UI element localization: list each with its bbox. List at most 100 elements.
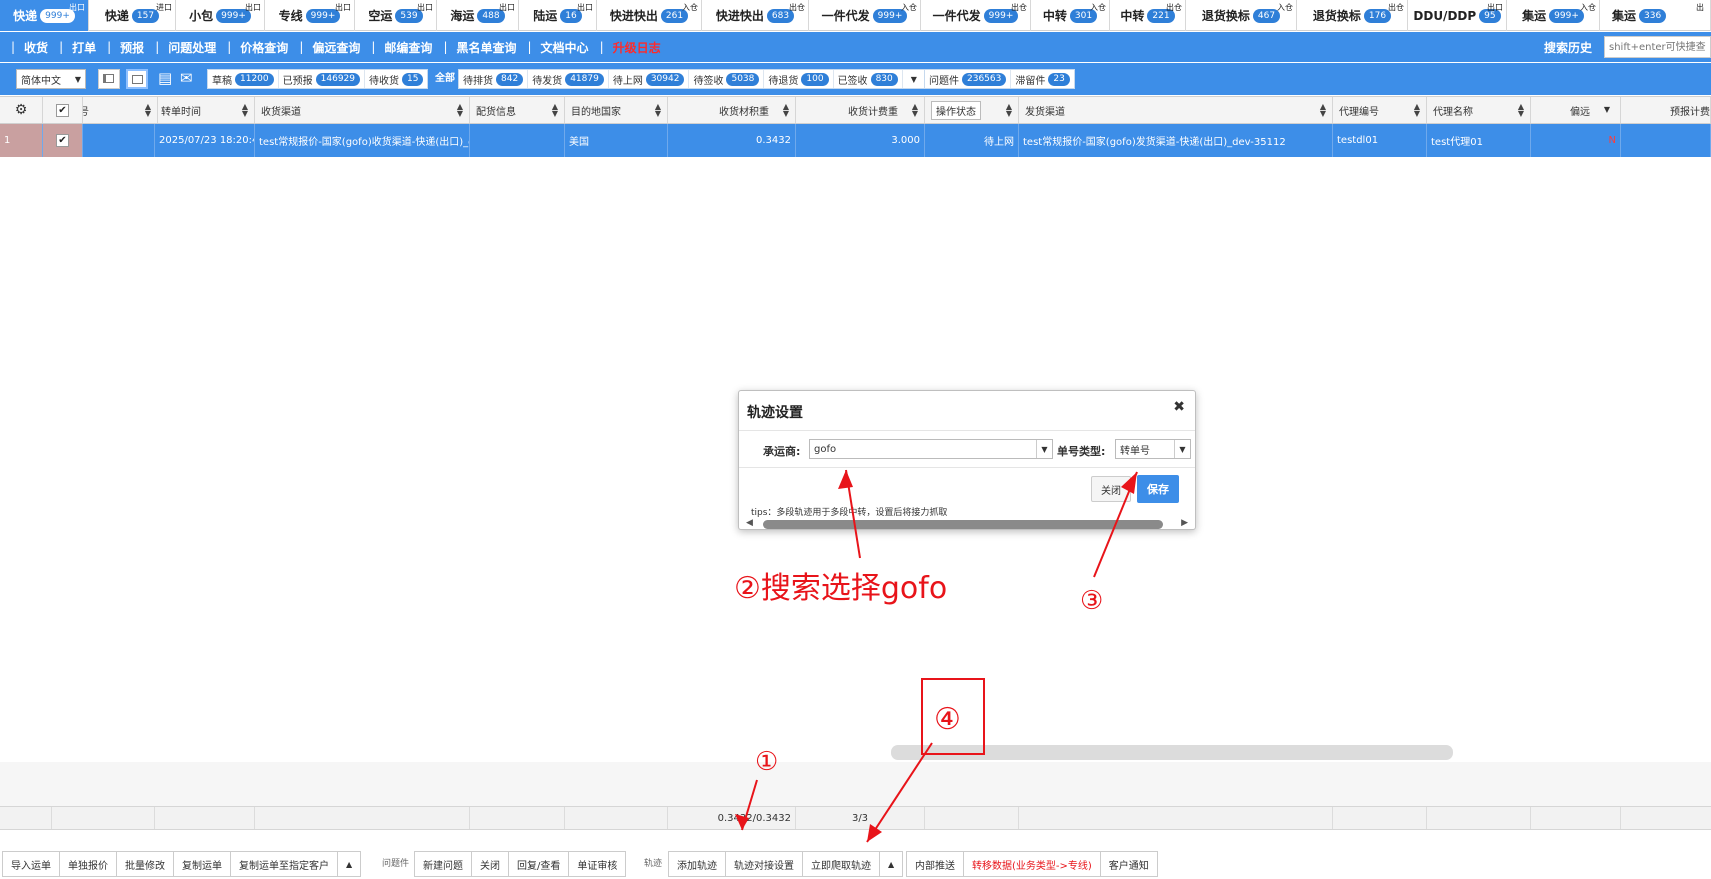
table-row[interactable]: 1 ✔ 2025/07/23 18:20:48 test常规报价-国家(gofo… — [0, 124, 1711, 157]
nav-postcode-query[interactable]: 邮编查询 | — [384, 39, 456, 56]
search-history-link[interactable]: 搜索历史 — [1544, 39, 1592, 56]
col-agent-name[interactable]: 代理名称 ▲ ▼ — [1427, 97, 1531, 123]
nav-price-query[interactable]: 价格查询 | — [240, 39, 312, 56]
more-actions-button[interactable]: ▲ — [338, 852, 360, 876]
row-op-status: 待上网 — [925, 124, 1019, 157]
col-forecast-charge[interactable]: 预报计费 — [1621, 97, 1711, 123]
dialog-save-button[interactable]: 保存 — [1137, 475, 1179, 503]
nav-docs[interactable]: 文档中心 | — [541, 39, 613, 56]
nav-remote-query[interactable]: 偏远查询 | — [312, 39, 384, 56]
col-index[interactable]: 号▲▼ — [83, 97, 158, 123]
status-draft[interactable]: 草稿 11200 — [208, 70, 279, 88]
nav-blacklist-query[interactable]: 黑名单查询 | — [456, 39, 540, 56]
scroll-right-icon[interactable]: ▶ — [1181, 518, 1188, 528]
status-stranded[interactable]: 滞留件 23 — [1011, 70, 1073, 88]
col-remote[interactable]: 偏远 ▼ — [1531, 97, 1621, 123]
col-receive-channel[interactable]: 收货渠道 ▲ ▼ — [255, 97, 470, 123]
nav-forecast[interactable]: 预报 | — [120, 39, 168, 56]
tab-ddu-ddp[interactable]: DDU/DDP 95 出口 — [1408, 0, 1507, 31]
transfer-data-button[interactable]: 转移数据(业务类型->专线) — [964, 852, 1101, 876]
dialog-horizontal-scrollbar[interactable]: ◀ ▶ — [743, 518, 1191, 530]
waybill-actions: 导入运单 单独报价 批量修改 复制运单 复制运单至指定客户 ▲ — [2, 851, 362, 877]
add-track-button[interactable]: 添加轨迹 — [669, 852, 726, 876]
mail-icon[interactable]: ✉ — [180, 69, 193, 87]
list-icon[interactable]: ▤ — [158, 69, 172, 87]
row-allocation — [470, 124, 565, 157]
language-select[interactable]: 简体中文 ▼ — [16, 69, 86, 89]
col-transfer-time[interactable]: 转单时间 ▲ ▼ — [155, 97, 255, 123]
summary-count: 3/3 — [796, 807, 925, 829]
tab-consolidation-out[interactable]: 集运 336 出 — [1600, 0, 1711, 31]
status-pending-sign[interactable]: 待签收 5038 — [689, 70, 765, 88]
more-track-actions-button[interactable]: ▲ — [880, 852, 902, 876]
col-allocation[interactable]: 配货信息 ▲ ▼ — [470, 97, 565, 123]
layout-toggle-full[interactable] — [126, 69, 148, 89]
layout-toggle-split[interactable] — [98, 69, 120, 89]
close-icon[interactable]: ✖ — [1173, 399, 1185, 415]
reply-view-button[interactable]: 回复/查看 — [509, 852, 570, 876]
col-agent-code[interactable]: 代理编号 ▲ ▼ — [1333, 97, 1427, 123]
status-forecasted[interactable]: 已预报 146929 — [279, 70, 365, 88]
status-filter-bar: 简体中文 ▼ ▤ ✉ 草稿 11200 已预报 146929 待收货 15 全部 待排货… — [0, 63, 1711, 95]
tab-dropship-out[interactable]: 一件代发 999+ 出仓 — [921, 0, 1031, 31]
internal-push-button[interactable]: 内部推送 — [907, 852, 964, 876]
status-more-dropdown[interactable]: ▼ — [903, 70, 925, 88]
carrier-select[interactable]: gofo ▼ — [809, 439, 1053, 459]
status-group-pre: 草稿 11200 已预报 146929 待收货 15 — [207, 69, 429, 89]
nav-problem[interactable]: 问题处理 | — [168, 39, 240, 56]
tab-return-relabel-in[interactable]: 退货换标 467 入仓 — [1186, 0, 1297, 31]
status-problem[interactable]: 问题件 236563 — [925, 70, 1012, 88]
status-signed[interactable]: 已签收 830 — [834, 70, 903, 88]
nav-print[interactable]: 打单 | — [72, 39, 120, 56]
tab-land[interactable]: 陆运 16 出口 — [519, 0, 597, 31]
customer-notify-button[interactable]: 客户通知 — [1101, 852, 1157, 876]
col-ship-channel[interactable]: 发货渠道 ▲ ▼ — [1019, 97, 1333, 123]
select-all-checkbox[interactable]: ✔ — [43, 97, 83, 123]
tab-express-export[interactable]: 快递 999+ 出口 — [0, 0, 89, 31]
tab-transit-out[interactable]: 中转 221 出仓 — [1110, 0, 1186, 31]
new-problem-button[interactable]: 新建问题 — [415, 852, 472, 876]
col-vol-weight[interactable]: 收货材积重 ▲ ▼ — [668, 97, 796, 123]
track-integration-settings-button[interactable]: 轨迹对接设置 — [726, 852, 803, 876]
status-pending-online[interactable]: 待上网 30942 — [609, 70, 690, 88]
nav-receive[interactable]: 收货 | — [24, 39, 72, 56]
quick-search-input[interactable] — [1604, 36, 1711, 58]
close-problem-button[interactable]: 关闭 — [472, 852, 509, 876]
status-all[interactable]: 全部 — [432, 69, 458, 89]
tab-sea[interactable]: 海运 488 出口 — [437, 0, 519, 31]
single-quote-button[interactable]: 单独报价 — [60, 852, 117, 876]
chevron-down-icon: ▼ — [910, 74, 917, 84]
row-checkbox[interactable]: ✔ — [43, 124, 83, 157]
tab-dedicated-line[interactable]: 专线 999+ 出口 — [265, 0, 355, 31]
crawl-track-now-button[interactable]: 立即爬取轨迹 — [803, 852, 880, 876]
status-group-flow: 待排货 842 待发货 41879 待上网 30942 待签收 5038 待退货 100 … — [458, 69, 926, 89]
col-op-status[interactable]: 操作状态 ▲ ▼ — [925, 97, 1019, 123]
status-pending-receive[interactable]: 待收货 15 — [365, 70, 427, 88]
status-pending-ship[interactable]: 待发货 41879 — [528, 70, 609, 88]
tab-return-relabel-out[interactable]: 退货换标 176 出仓 — [1297, 0, 1408, 31]
chevron-down-icon: ▼ — [1036, 440, 1052, 458]
col-dest-country[interactable]: 目的地国家 ▲ ▼ — [565, 97, 668, 123]
copy-to-customer-button[interactable]: 复制运单至指定客户 — [231, 852, 338, 876]
copy-waybill-button[interactable]: 复制运单 — [174, 852, 231, 876]
tab-transit-in[interactable]: 中转 301 入仓 — [1031, 0, 1110, 31]
status-pending-return[interactable]: 待退货 100 — [764, 70, 834, 88]
tab-fast-in[interactable]: 快进快出 261 入仓 — [597, 0, 702, 31]
number-type-select[interactable]: 转单号 ▼ — [1115, 439, 1191, 459]
tab-dropship-in[interactable]: 一件代发 999+ 入仓 — [809, 0, 921, 31]
horizontal-scrollbar[interactable] — [891, 745, 1453, 760]
scroll-left-icon[interactable]: ◀ — [746, 518, 753, 528]
tab-fast-out[interactable]: 快进快出 683 出仓 — [702, 0, 809, 31]
batch-edit-button[interactable]: 批量修改 — [117, 852, 174, 876]
dialog-close-button[interactable]: 关闭 — [1091, 476, 1131, 502]
tab-consolidation-in[interactable]: 集运 999+ 入仓 — [1507, 0, 1600, 31]
import-waybill-button[interactable]: 导入运单 — [3, 852, 60, 876]
tab-air[interactable]: 空运 539 出口 — [355, 0, 437, 31]
tab-small-parcel[interactable]: 小包 999+ 出口 — [176, 0, 265, 31]
column-settings[interactable]: ⚙ — [0, 97, 43, 123]
status-pending-arrange[interactable]: 待排货 842 — [459, 70, 529, 88]
col-charge-weight[interactable]: 收货计费重 ▲ ▼ — [796, 97, 925, 123]
tab-express-import[interactable]: 快递 157 进口 — [89, 0, 176, 31]
nav-changelog[interactable]: 升级日志 — [613, 39, 661, 56]
document-review-button[interactable]: 单证审核 — [569, 852, 625, 876]
